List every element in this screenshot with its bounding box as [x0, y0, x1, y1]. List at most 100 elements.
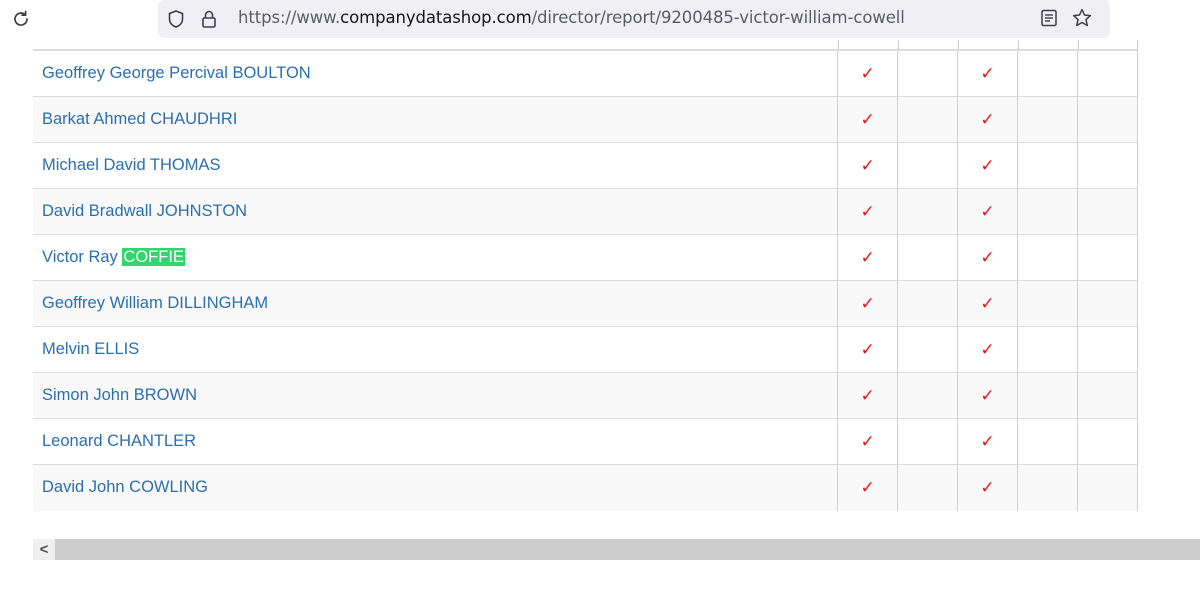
empty-cell — [1017, 372, 1078, 419]
empty-cell — [1017, 188, 1078, 235]
director-first-names: Simon John — [42, 386, 130, 404]
checkmark-icon: ✓ — [957, 188, 1018, 235]
empty-cell — [1077, 418, 1138, 465]
directors-table: Geoffrey George Percival BOULTON ✓ ✓ Barkat… — [33, 50, 1138, 511]
empty-cell — [897, 280, 958, 327]
shield-icon[interactable] — [166, 9, 186, 34]
director-name-link[interactable]: Barkat Ahmed CHAUDHRI — [42, 110, 237, 128]
director-name-link[interactable]: Michael David THOMAS — [42, 156, 221, 174]
director-name-cell: Melvin ELLIS — [33, 326, 838, 373]
director-name-cell: Geoffrey William DILLINGHAM — [33, 280, 838, 327]
checkmark-icon: ✓ — [837, 142, 898, 189]
director-first-names: Geoffrey William — [42, 294, 163, 312]
director-surname: BROWN — [133, 386, 197, 404]
director-name-link[interactable]: Geoffrey William DILLINGHAM — [42, 294, 268, 312]
director-surname: CHAUDHRI — [150, 110, 238, 128]
empty-cell — [897, 50, 958, 97]
director-surname: COFFIE — [122, 248, 185, 266]
checkmark-icon: ✓ — [837, 464, 898, 511]
checkmark-icon: ✓ — [837, 188, 898, 235]
empty-cell — [897, 234, 958, 281]
table-row: Geoffrey George Percival BOULTON ✓ ✓ — [33, 50, 1138, 97]
checkmark-icon: ✓ — [837, 280, 898, 327]
director-name-link[interactable]: Geoffrey George Percival BOULTON — [42, 64, 311, 82]
table-row: David John COWLING ✓ ✓ — [33, 464, 1138, 511]
url-path: /director/report/9200485-victor-william-… — [531, 8, 905, 27]
director-first-names: Geoffrey George Percival — [42, 64, 228, 82]
director-name-cell: Michael David THOMAS — [33, 142, 838, 189]
horizontal-scrollbar[interactable]: < — [33, 539, 1200, 560]
empty-cell — [1077, 280, 1138, 327]
scroll-left-arrow-icon[interactable]: < — [33, 539, 55, 560]
table-row: Barkat Ahmed CHAUDHRI ✓ ✓ — [33, 96, 1138, 143]
table-top-strip — [33, 40, 1138, 50]
director-name-link[interactable]: Leonard CHANTLER — [42, 432, 196, 450]
checkmark-icon: ✓ — [837, 372, 898, 419]
empty-cell — [1077, 50, 1138, 97]
checkmark-icon: ✓ — [957, 326, 1018, 373]
empty-cell — [897, 372, 958, 419]
director-first-names: Victor Ray — [42, 248, 118, 266]
url-text[interactable]: https://www.companydatashop.com/director… — [238, 8, 905, 27]
empty-cell — [1077, 188, 1138, 235]
director-surname: JOHNSTON — [156, 202, 248, 220]
table-row: Melvin ELLIS ✓ ✓ — [33, 326, 1138, 373]
empty-cell — [1017, 234, 1078, 281]
director-name-link[interactable]: David John COWLING — [42, 478, 208, 496]
bookmark-star-icon[interactable] — [1071, 7, 1093, 34]
empty-cell — [897, 464, 958, 511]
table-row: Victor Ray COFFIE ✓ ✓ — [33, 234, 1138, 281]
director-name-link[interactable]: Simon John BROWN — [42, 386, 197, 404]
checkmark-icon: ✓ — [957, 96, 1018, 143]
director-surname: COWLING — [129, 478, 208, 497]
empty-cell — [1017, 280, 1078, 327]
director-name-link[interactable]: Melvin ELLIS — [42, 340, 139, 358]
director-first-names: David John — [42, 478, 125, 497]
empty-cell — [897, 326, 958, 373]
director-name-cell: Simon John BROWN — [33, 372, 838, 419]
empty-cell — [1077, 326, 1138, 373]
checkmark-icon: ✓ — [957, 234, 1018, 281]
table-row: Michael David THOMAS ✓ ✓ — [33, 142, 1138, 189]
url-host: companydatashop.com — [340, 8, 532, 27]
url-prefix: https://www. — [238, 8, 341, 27]
checkmark-icon: ✓ — [957, 464, 1018, 511]
empty-cell — [1017, 50, 1078, 97]
director-name-cell: David John COWLING — [33, 464, 838, 511]
empty-cell — [1017, 326, 1078, 373]
empty-cell — [1077, 234, 1138, 281]
director-name-cell: David Bradwall JOHNSTON — [33, 188, 838, 235]
lock-icon[interactable] — [200, 9, 218, 34]
director-name-cell: Geoffrey George Percival BOULTON — [33, 50, 838, 97]
table-row: Leonard CHANTLER ✓ ✓ — [33, 418, 1138, 465]
reload-icon[interactable] — [8, 6, 34, 32]
empty-cell — [1017, 418, 1078, 465]
reader-view-icon[interactable] — [1039, 8, 1059, 33]
director-first-names: Barkat Ahmed — [42, 110, 146, 128]
director-name-cell: Victor Ray COFFIE — [33, 234, 838, 281]
empty-cell — [1077, 464, 1138, 511]
director-name-cell: Barkat Ahmed CHAUDHRI — [33, 96, 838, 143]
empty-cell — [1077, 372, 1138, 419]
empty-cell — [897, 418, 958, 465]
empty-cell — [1077, 96, 1138, 143]
director-first-names: Leonard — [42, 432, 103, 450]
table-row: Simon John BROWN ✓ ✓ — [33, 372, 1138, 419]
browser-toolbar: https://www.companydatashop.com/director… — [0, 0, 1200, 40]
empty-cell — [1017, 464, 1078, 511]
page-content: Geoffrey George Percival BOULTON ✓ ✓ Barkat… — [0, 40, 1200, 591]
address-bar[interactable]: https://www.companydatashop.com/director… — [158, 0, 1110, 38]
empty-cell — [1017, 96, 1078, 143]
checkmark-icon: ✓ — [837, 234, 898, 281]
checkmark-icon: ✓ — [957, 372, 1018, 419]
director-surname: BOULTON — [232, 64, 311, 82]
director-name-link[interactable]: David Bradwall JOHNSTON — [42, 202, 247, 220]
checkmark-icon: ✓ — [957, 50, 1018, 97]
director-name-cell: Leonard CHANTLER — [33, 418, 838, 465]
checkmark-icon: ✓ — [957, 280, 1018, 327]
director-first-names: David Bradwall — [42, 202, 153, 220]
director-name-link[interactable]: Victor Ray COFFIE — [42, 248, 185, 266]
empty-cell — [897, 188, 958, 235]
scrollbar-thumb[interactable] — [55, 539, 1200, 560]
table-row: David Bradwall JOHNSTON ✓ ✓ — [33, 188, 1138, 235]
